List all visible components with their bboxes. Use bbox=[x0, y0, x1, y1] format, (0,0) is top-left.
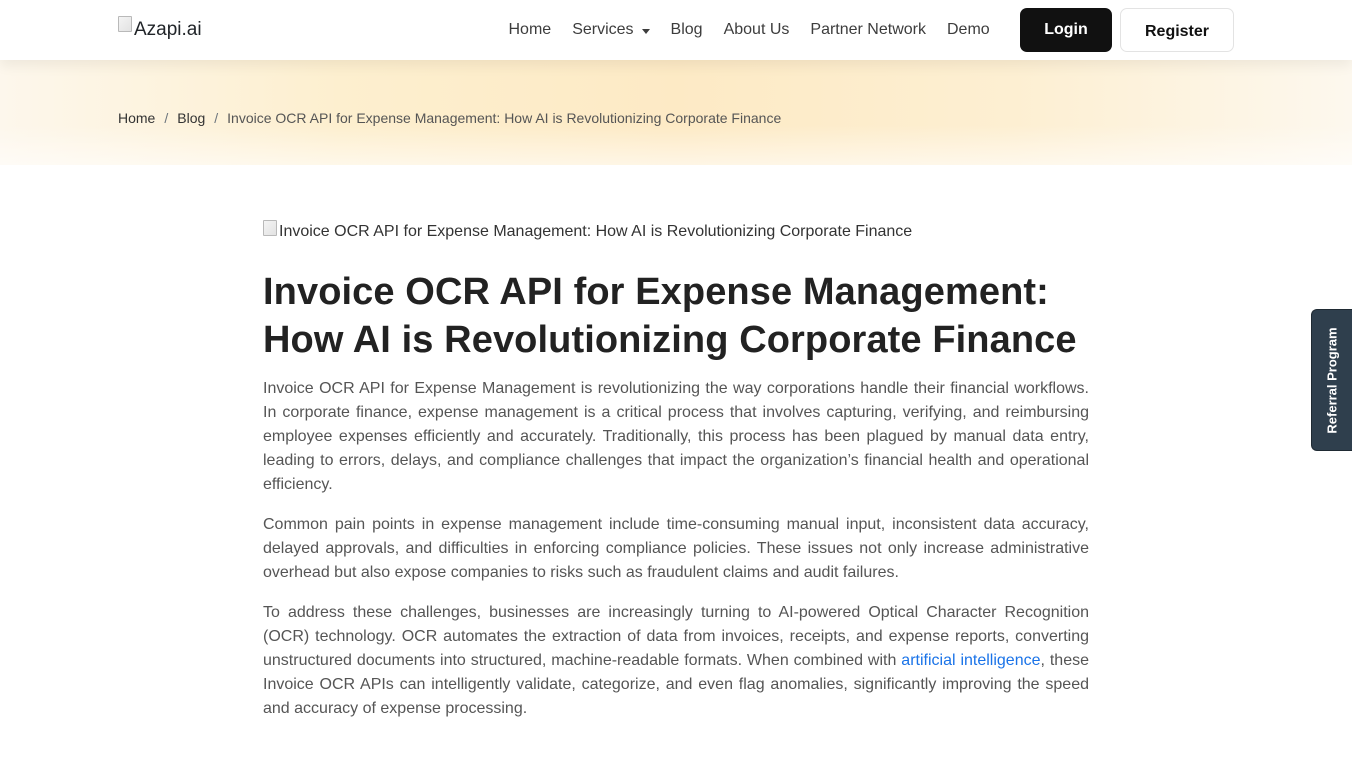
broken-image-icon bbox=[118, 16, 132, 32]
top-navbar: Azapi.ai Home Services Blog About Us Par… bbox=[0, 0, 1352, 60]
main-nav: Home Services Blog About Us Partner Netw… bbox=[498, 0, 1000, 60]
breadcrumb-separator: / bbox=[164, 110, 169, 126]
artificial-intelligence-link[interactable]: artificial intelligence bbox=[901, 652, 1040, 669]
article-title: Invoice OCR API for Expense Management: … bbox=[263, 271, 1077, 361]
breadcrumb-home[interactable]: Home bbox=[118, 110, 155, 126]
logo-alt-text: Azapi.ai bbox=[134, 19, 202, 40]
nav-about-us[interactable]: About Us bbox=[713, 0, 800, 60]
breadcrumb-separator: / bbox=[214, 110, 219, 126]
article-hero-image: Invoice OCR API for Expense Management: … bbox=[263, 220, 1089, 244]
nav-services[interactable]: Services bbox=[562, 0, 660, 60]
nav-services-label: Services bbox=[572, 21, 634, 38]
register-button[interactable]: Register bbox=[1120, 8, 1234, 52]
logo[interactable]: Azapi.ai bbox=[118, 16, 202, 44]
breadcrumb: Home / Blog / Invoice OCR API for Expens… bbox=[118, 110, 781, 126]
nav-blog[interactable]: Blog bbox=[660, 0, 713, 60]
article-paragraph-1: Invoice OCR API for Expense Management i… bbox=[263, 380, 1089, 493]
referral-program-label: Referral Program bbox=[1324, 326, 1340, 434]
broken-image-icon bbox=[263, 220, 277, 236]
article-paragraph-2: Common pain points in expense management… bbox=[263, 516, 1089, 581]
chevron-down-icon bbox=[641, 28, 650, 34]
referral-program-tab[interactable]: Referral Program bbox=[1311, 309, 1352, 451]
hero-image-alt-text: Invoice OCR API for Expense Management: … bbox=[279, 223, 913, 240]
article-paragraph-3: To address these challenges, businesses … bbox=[263, 601, 1089, 721]
nav-demo[interactable]: Demo bbox=[936, 0, 1000, 60]
breadcrumb-blog[interactable]: Blog bbox=[177, 110, 205, 126]
breadcrumb-current: Invoice OCR API for Expense Management: … bbox=[227, 110, 782, 126]
breadcrumb-banner: Home / Blog / Invoice OCR API for Expens… bbox=[0, 60, 1352, 165]
nav-home[interactable]: Home bbox=[498, 0, 562, 60]
blog-article: Invoice OCR API for Expense Management: … bbox=[263, 220, 1089, 721]
login-button[interactable]: Login bbox=[1020, 8, 1112, 52]
nav-partner-network[interactable]: Partner Network bbox=[800, 0, 937, 60]
